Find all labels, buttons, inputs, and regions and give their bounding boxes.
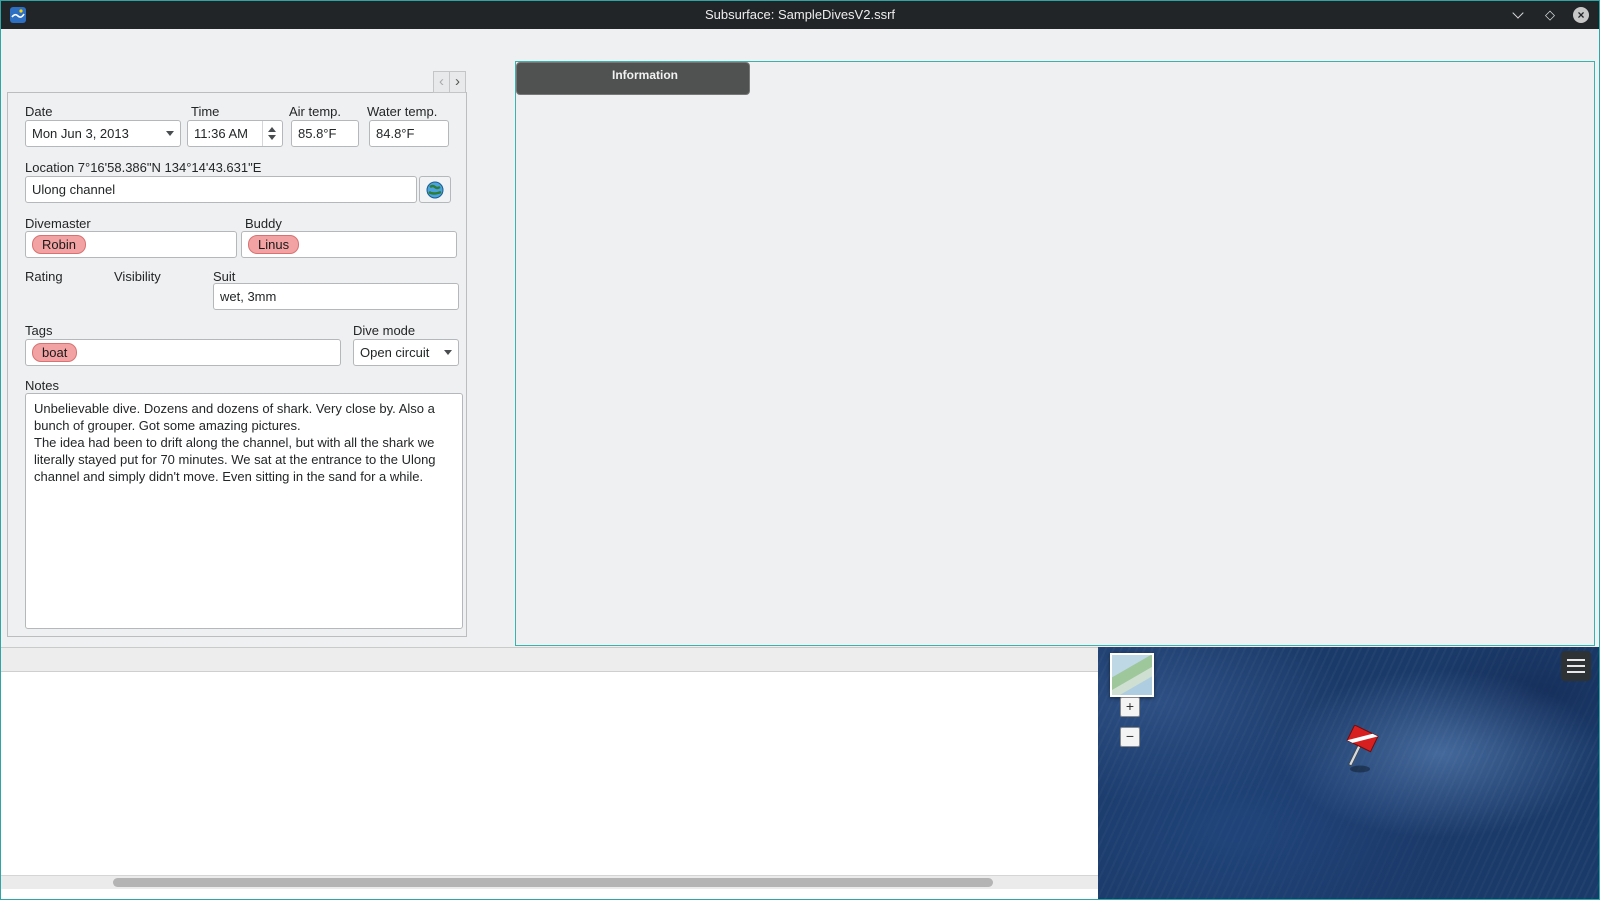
rating-label: Rating <box>25 269 63 284</box>
globe-icon <box>426 181 444 198</box>
dive-list-header <box>1 648 1098 672</box>
buddy-tag[interactable]: Linus <box>248 235 300 254</box>
profile-toolbar <box>471 61 513 646</box>
notes-label: Notes <box>25 378 59 393</box>
scrollbar-thumb[interactable] <box>113 878 993 887</box>
map-overview-thumbnail[interactable] <box>1110 653 1154 697</box>
window-title: Subsurface: SampleDivesV2.ssrf <box>704 7 896 22</box>
date-label: Date <box>25 104 53 119</box>
tags-label: Tags <box>25 323 53 338</box>
time-input[interactable]: 11:36 AM <box>187 120 283 147</box>
info-box-title: Information <box>612 68 678 82</box>
tag-chip[interactable]: boat <box>32 343 78 362</box>
location-value: Ulong channel <box>32 182 116 197</box>
minimize-button[interactable] <box>1509 6 1527 24</box>
tab-scroll-right-icon[interactable]: › <box>449 71 466 93</box>
divemaster-tag[interactable]: Robin <box>32 235 86 254</box>
date-value: Mon Jun 3, 2013 <box>32 126 129 141</box>
divemaster-label: Divemaster <box>25 216 91 231</box>
subsurface-window: Subsurface: SampleDivesV2.ssrf ◇ × ‹ › D… <box>0 0 1600 900</box>
suit-label: Suit <box>213 269 236 284</box>
map-menu-button[interactable] <box>1561 651 1591 681</box>
dive-mode-select[interactable]: Open circuit <box>353 339 459 366</box>
dive-info-panel: ‹ › Date Time Air temp. Water temp. Mon … <box>1 59 471 646</box>
dive-mode-label: Dive mode <box>353 323 416 338</box>
water-temp-value: 84.8°F <box>376 126 415 141</box>
profile-info-box: Information <box>516 62 750 95</box>
suit-value: wet, 3mm <box>220 289 277 304</box>
time-stepper[interactable] <box>262 121 276 146</box>
map-panel[interactable]: + − <box>1098 647 1599 899</box>
tags-input[interactable]: boat <box>25 339 341 366</box>
chevron-down-icon <box>166 131 174 136</box>
buddy-input[interactable]: Linus <box>241 231 457 258</box>
divemaster-input[interactable]: Robin <box>25 231 237 258</box>
horizontal-scrollbar[interactable] <box>1 875 1098 889</box>
location-input[interactable]: Ulong channel <box>25 176 417 203</box>
time-label: Time <box>191 104 220 119</box>
dive-location-marker[interactable] <box>1333 724 1383 780</box>
buddy-label: Buddy <box>245 216 282 231</box>
date-select[interactable]: Mon Jun 3, 2013 <box>25 120 181 147</box>
visibility-label: Visibility <box>114 269 161 284</box>
water-temp-input[interactable]: 84.8°F <box>369 120 449 147</box>
suit-input[interactable]: wet, 3mm <box>213 283 459 310</box>
air-temp-input[interactable]: 85.8°F <box>291 120 359 147</box>
dive-profile-chart[interactable]: Information <box>515 61 1595 646</box>
menubar <box>1 29 1599 59</box>
map-zoom-in-button[interactable]: + <box>1120 697 1140 717</box>
close-button[interactable]: × <box>1573 7 1589 23</box>
dive-list <box>1 647 1098 899</box>
time-value: 11:36 AM <box>194 126 248 141</box>
globe-button[interactable] <box>419 176 451 203</box>
titlebar: Subsurface: SampleDivesV2.ssrf ◇ × <box>1 1 1599 29</box>
chevron-down-icon <box>444 350 452 355</box>
water-temp-label: Water temp. <box>367 104 438 119</box>
air-temp-value: 85.8°F <box>298 126 337 141</box>
location-label: Location 7°16'58.386"N 134°14'43.631"E <box>25 160 262 175</box>
dive-mode-value: Open circuit <box>360 345 430 360</box>
map-zoom-out-button[interactable]: − <box>1120 727 1140 747</box>
air-temp-label: Air temp. <box>289 104 342 119</box>
tab-scroll-left-icon[interactable]: ‹ <box>433 71 450 93</box>
notes-textarea[interactable]: Unbelievable dive. Dozens and dozens of … <box>25 393 463 629</box>
maximize-button[interactable]: ◇ <box>1541 6 1559 24</box>
